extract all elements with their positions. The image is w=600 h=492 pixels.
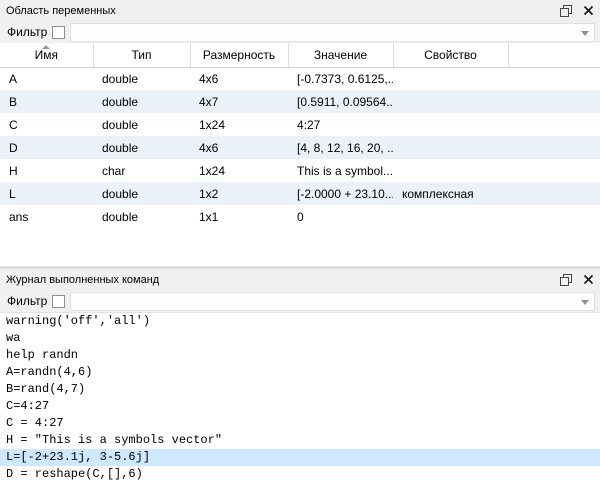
undock-icon[interactable] [559, 4, 573, 18]
variable-table-row[interactable]: D double 4x6 [4, 8, 12, 16, 20, ... [0, 136, 600, 159]
cell-variable-value: 4:27 [288, 113, 393, 136]
command-history-item[interactable]: wa [0, 330, 600, 347]
column-header-value[interactable]: Значение [288, 43, 393, 67]
cell-variable-property [393, 90, 508, 113]
cell-variable-property [393, 136, 508, 159]
cell-variable-value: [4, 8, 12, 16, 20, ... [288, 136, 393, 159]
cell-filler [508, 67, 600, 90]
column-header-name-label: Имя [35, 48, 58, 62]
cell-filler [508, 182, 600, 205]
variables-titlebar-icons [559, 4, 595, 18]
chevron-down-icon [581, 300, 589, 305]
history-panel-titlebar: Журнал выполненных команд [0, 269, 600, 290]
cell-variable-value: [0.5911, 0.09564... [288, 90, 393, 113]
variables-filter-combobox[interactable] [70, 23, 595, 42]
sort-ascending-icon [42, 45, 50, 49]
column-header-property[interactable]: Свойство [393, 43, 508, 67]
command-history-item[interactable]: A=randn(4,6) [0, 364, 600, 381]
variable-table-row[interactable]: ans double 1x1 0 [0, 205, 600, 228]
cell-variable-size: 1x24 [190, 159, 288, 182]
column-header-name[interactable]: Имя [0, 43, 93, 67]
cell-variable-name: C [0, 113, 93, 136]
column-header-filler [508, 43, 600, 67]
variables-panel-titlebar: Область переменных [0, 0, 600, 21]
variable-table-row[interactable]: B double 4x7 [0.5911, 0.09564... [0, 90, 600, 113]
variable-table-row[interactable]: A double 4x6 [-0.7373, 0.6125,... [0, 67, 600, 90]
variables-table-area: Имя Тип Размерность Значение Свойство A … [0, 43, 600, 266]
chevron-down-icon [581, 31, 589, 36]
variable-table-row[interactable]: C double 1x24 4:27 [0, 113, 600, 136]
cell-variable-size: 4x7 [190, 90, 288, 113]
cell-variable-size: 1x24 [190, 113, 288, 136]
cell-variable-size: 1x1 [190, 205, 288, 228]
cell-variable-size: 4x6 [190, 67, 288, 90]
variables-table: Имя Тип Размерность Значение Свойство A … [0, 43, 600, 228]
command-history-item[interactable]: D = reshape(C,[],6) [0, 466, 600, 483]
column-header-size[interactable]: Размерность [190, 43, 288, 67]
command-history-list: warning('off','all')wahelp randnA=randn(… [0, 312, 600, 492]
cell-variable-type: double [93, 90, 190, 113]
column-header-type[interactable]: Тип [93, 43, 190, 67]
cell-variable-size: 4x6 [190, 136, 288, 159]
variables-filter-label: Фильтр [7, 25, 47, 39]
cell-variable-property: комплексная [393, 182, 508, 205]
command-history-item[interactable]: warning('off','all') [0, 313, 600, 330]
cell-variable-property [393, 205, 508, 228]
variables-table-header-row: Имя Тип Размерность Значение Свойство [0, 43, 600, 67]
cell-variable-value: [-0.7373, 0.6125,... [288, 67, 393, 90]
cell-variable-name: D [0, 136, 93, 159]
cell-variable-type: double [93, 113, 190, 136]
cell-variable-name: A [0, 67, 93, 90]
cell-variable-value: This is a symbol... [288, 159, 393, 182]
variable-table-row[interactable]: H char 1x24 This is a symbol... [0, 159, 600, 182]
cell-filler [508, 136, 600, 159]
cell-filler [508, 159, 600, 182]
command-history-item[interactable]: L=[-2+23.1j, 3-5.6j] [0, 449, 600, 466]
history-filter-checkbox[interactable] [52, 295, 65, 308]
cell-variable-type: double [93, 182, 190, 205]
cell-variable-type: double [93, 205, 190, 228]
cell-variable-value: 0 [288, 205, 393, 228]
cell-variable-name: L [0, 182, 93, 205]
history-panel: Журнал выполненных команд Фильтр warning… [0, 269, 600, 492]
history-filter-row: Фильтр [0, 290, 600, 312]
undock-icon[interactable] [559, 273, 573, 287]
cell-variable-name: B [0, 90, 93, 113]
variables-filter-row: Фильтр [0, 21, 600, 43]
cell-filler [508, 113, 600, 136]
command-history-item[interactable]: B=rand(4,7) [0, 381, 600, 398]
variables-panel: Область переменных Фильтр [0, 0, 600, 266]
variable-table-row[interactable]: L double 1x2 [-2.0000 + 23.10... комплек… [0, 182, 600, 205]
cell-variable-name: ans [0, 205, 93, 228]
cell-filler [508, 90, 600, 113]
cell-variable-type: double [93, 136, 190, 159]
cell-variable-name: H [0, 159, 93, 182]
cell-variable-value: [-2.0000 + 23.10... [288, 182, 393, 205]
variables-panel-title: Область переменных [6, 5, 559, 17]
close-icon[interactable] [581, 4, 595, 18]
cell-variable-property [393, 113, 508, 136]
variables-filter-checkbox[interactable] [52, 26, 65, 39]
command-history-item[interactable]: help randn [0, 347, 600, 364]
close-icon[interactable] [581, 273, 595, 287]
cell-filler [508, 205, 600, 228]
command-history-item[interactable]: C = 4:27 [0, 415, 600, 432]
cell-variable-type: char [93, 159, 190, 182]
cell-variable-size: 1x2 [190, 182, 288, 205]
history-filter-combobox[interactable] [70, 292, 595, 311]
cell-variable-property [393, 159, 508, 182]
history-panel-title: Журнал выполненных команд [6, 274, 559, 286]
history-filter-label: Фильтр [7, 294, 47, 308]
cell-variable-type: double [93, 67, 190, 90]
history-titlebar-icons [559, 273, 595, 287]
variables-table-body: A double 4x6 [-0.7373, 0.6125,... B doub… [0, 67, 600, 228]
command-history-item[interactable]: C=4:27 [0, 398, 600, 415]
command-history-item[interactable]: H = "This is a symbols vector" [0, 432, 600, 449]
cell-variable-property [393, 67, 508, 90]
